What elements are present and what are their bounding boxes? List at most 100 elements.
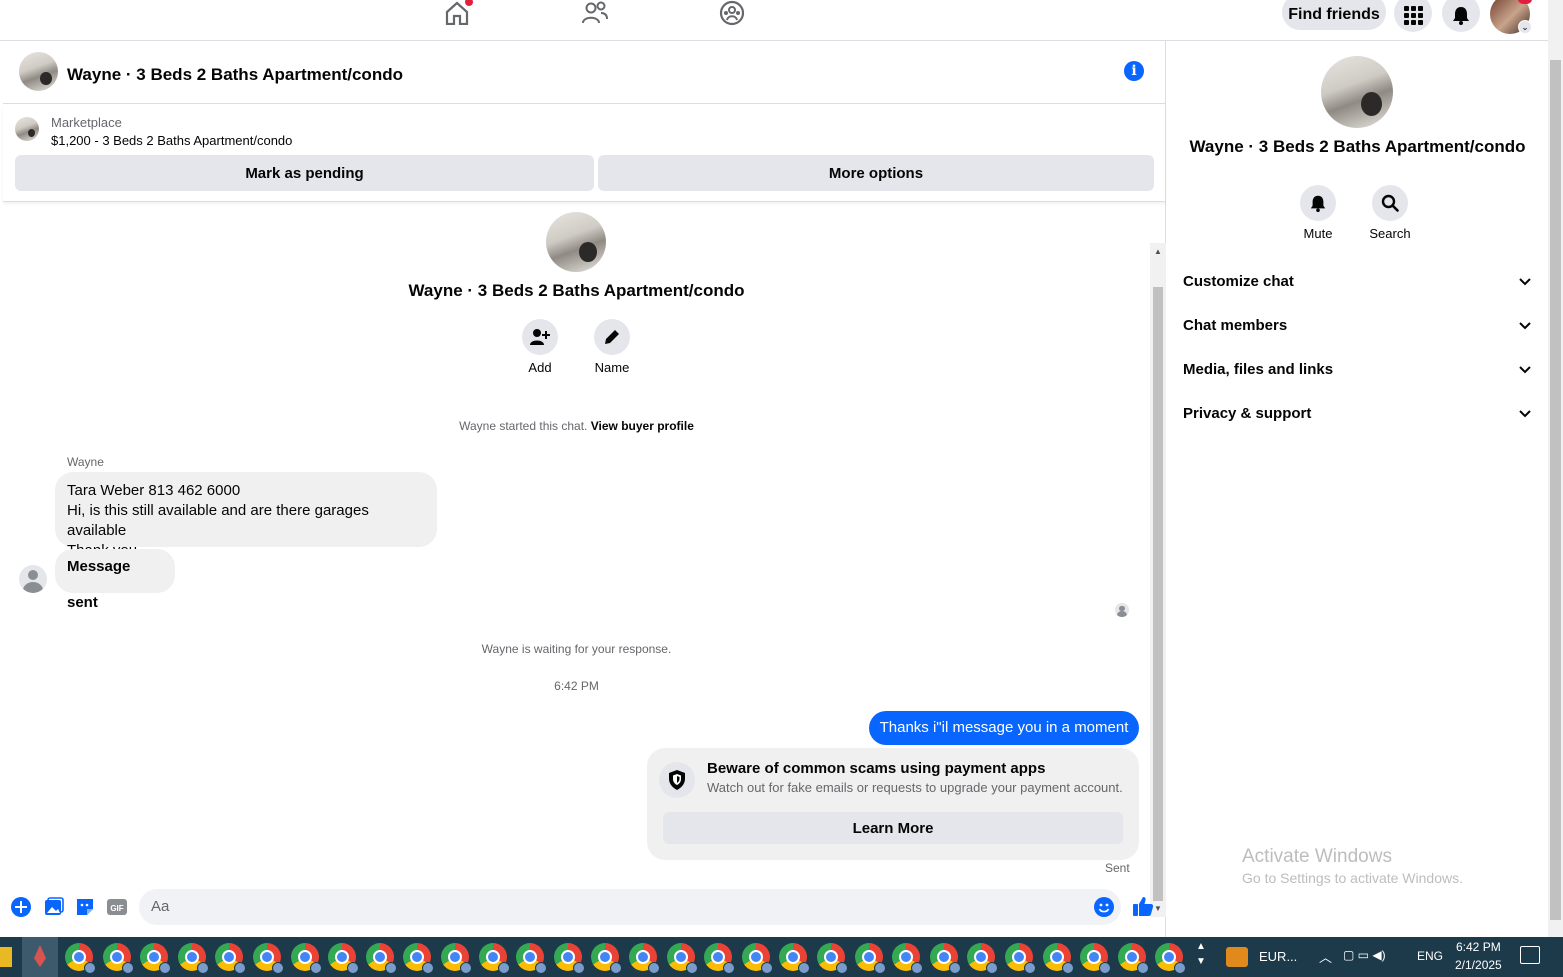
chat-intro-title: Wayne · 3 Beds 2 Baths Apartment/condo — [408, 281, 745, 300]
chrome-icon[interactable] — [553, 943, 585, 974]
file-explorer-icon[interactable] — [0, 947, 12, 967]
chrome-icon[interactable] — [478, 943, 510, 974]
photo-icon[interactable] — [43, 896, 65, 918]
listing-thumbnail-small[interactable] — [15, 117, 39, 141]
home-icon[interactable] — [443, 0, 473, 26]
chevron-up-icon[interactable]: ︿ — [1319, 947, 1332, 966]
incoming-message-bubble[interactable]: Message sent — [55, 549, 175, 611]
mute-bell-icon[interactable] — [1300, 185, 1336, 221]
message-line: Hi, is this still available and are ther… — [67, 502, 369, 539]
incoming-message-bubble[interactable]: Tara Weber 813 462 6000 Hi, is this stil… — [55, 472, 437, 559]
page-scrollbar-thumb[interactable] — [1550, 60, 1561, 920]
chrome-icon[interactable] — [1042, 943, 1074, 974]
chrome-icon[interactable] — [629, 943, 660, 974]
groups-icon[interactable] — [718, 0, 746, 26]
search-label: Search — [1369, 226, 1411, 241]
chrome-icon[interactable] — [215, 943, 247, 974]
profile-badge-icon — [948, 962, 961, 974]
chrome-icon[interactable] — [779, 943, 811, 974]
sticker-icon[interactable] — [74, 896, 96, 918]
learn-more-button[interactable]: Learn More — [663, 812, 1123, 844]
chrome-icon[interactable] — [704, 943, 736, 974]
chat-started-notice: Wayne started this chat. View buyer prof… — [3, 419, 1150, 433]
message-timestamp: 6:42 PM — [554, 679, 599, 693]
add-person-icon[interactable] — [522, 319, 558, 355]
chat-info-panel: Wayne · 3 Beds 2 Baths Apartment/condo M… — [1167, 41, 1548, 937]
friends-icon[interactable] — [581, 0, 609, 26]
row-label: Customize chat — [1183, 272, 1294, 290]
clock-time[interactable]: 6:42 PM — [1456, 940, 1501, 954]
sender-avatar[interactable] — [19, 565, 47, 593]
chat-scrollbar[interactable]: ▲ ▼ — [1150, 243, 1166, 917]
chat-members-row[interactable]: Chat members — [1183, 311, 1531, 339]
row-label: Media, files and links — [1183, 360, 1334, 378]
find-friends-button[interactable]: Find friends — [1282, 0, 1386, 30]
clock-date[interactable]: 2/1/2025 — [1455, 958, 1502, 972]
mark-as-pending-button[interactable]: Mark as pending — [15, 155, 594, 191]
chrome-icon[interactable] — [365, 943, 397, 974]
thumbs-up-icon[interactable] — [1132, 895, 1154, 917]
profile-badge-icon — [422, 962, 435, 974]
edit-name-pencil-icon[interactable] — [594, 319, 630, 355]
listing-title[interactable]: $1,200 - 3 Beds 2 Baths Apartment/condo — [51, 133, 292, 148]
more-options-button[interactable]: More options — [598, 155, 1154, 191]
chrome-icon[interactable] — [65, 943, 96, 974]
message-input[interactable]: Aa — [139, 889, 1121, 925]
chrome-icon[interactable] — [817, 943, 848, 974]
currency-ticker[interactable]: EUR... — [1259, 949, 1297, 964]
gif-icon[interactable]: GIF — [106, 896, 128, 918]
page-scrollbar[interactable] — [1548, 0, 1563, 937]
chrome-icon[interactable] — [441, 943, 472, 974]
chrome-icon[interactable] — [892, 943, 924, 974]
scroll-down-icon[interactable]: ▼ — [1154, 904, 1162, 913]
chrome-icon[interactable] — [403, 943, 435, 974]
chrome-icon[interactable] — [140, 943, 172, 974]
taskbar-scroll-arrows[interactable]: ▲ ▼ — [1196, 939, 1206, 969]
privacy-support-row[interactable]: Privacy & support — [1183, 399, 1531, 427]
chrome-icon[interactable] — [253, 943, 284, 974]
chrome-icon[interactable] — [591, 943, 623, 974]
profile-badge-icon — [1024, 962, 1036, 974]
info-icon[interactable]: i — [1124, 61, 1144, 81]
language-indicator[interactable]: ENG — [1417, 949, 1443, 963]
chrome-icon[interactable] — [1117, 943, 1149, 974]
view-buyer-profile-link[interactable]: View buyer profile — [591, 419, 694, 433]
chrome-icon[interactable] — [929, 943, 961, 974]
search-icon[interactable] — [1372, 185, 1408, 221]
chrome-icon[interactable] — [177, 943, 209, 974]
chrome-icon[interactable] — [741, 943, 773, 974]
chrome-icon[interactable] — [967, 943, 999, 974]
notification-center-icon[interactable] — [1520, 946, 1540, 964]
started-text: Wayne started this chat. — [459, 419, 588, 433]
menu-grid-icon[interactable] — [1394, 0, 1432, 32]
chat-header-title[interactable]: Wayne · 3 Beds 2 Baths Apartment/condo — [67, 65, 403, 85]
media-files-links-row[interactable]: Media, files and links — [1183, 355, 1531, 383]
outgoing-message-bubble[interactable]: Thanks i"il message you in a moment — [869, 711, 1139, 745]
system-tray-icons[interactable]: ▢ ▭ ◀) — [1343, 948, 1386, 962]
profile-badge-icon — [798, 962, 811, 974]
notifications-bell-icon[interactable] — [1442, 0, 1480, 32]
chrome-icon[interactable] — [1155, 943, 1187, 974]
svg-text:GIF: GIF — [110, 904, 123, 913]
customize-chat-row[interactable]: Customize chat — [1183, 267, 1531, 295]
notification-badge — [1518, 0, 1532, 4]
profile-avatar[interactable]: ⌄ — [1490, 0, 1532, 34]
currency-icon[interactable] — [1226, 947, 1248, 967]
listing-thumbnail[interactable] — [19, 52, 58, 91]
chrome-icon[interactable] — [666, 943, 698, 974]
chrome-icon[interactable] — [290, 943, 322, 974]
chrome-icon[interactable] — [1005, 943, 1036, 974]
emoji-icon[interactable] — [1093, 896, 1115, 918]
activate-windows-subtitle: Go to Settings to activate Windows. — [1242, 870, 1463, 886]
chrome-icon[interactable] — [1080, 943, 1112, 974]
active-app-icon[interactable] — [22, 937, 58, 977]
chrome-icon[interactable] — [328, 943, 360, 974]
profile-badge-icon — [1099, 962, 1112, 974]
plus-circle-icon[interactable] — [10, 896, 32, 918]
chat-avatar — [546, 212, 606, 272]
chrome-icon[interactable] — [854, 943, 886, 974]
scrollbar-thumb[interactable] — [1153, 287, 1163, 901]
chrome-icon[interactable] — [102, 943, 134, 974]
chrome-icon[interactable] — [516, 943, 548, 974]
scroll-up-icon[interactable]: ▲ — [1154, 247, 1162, 256]
